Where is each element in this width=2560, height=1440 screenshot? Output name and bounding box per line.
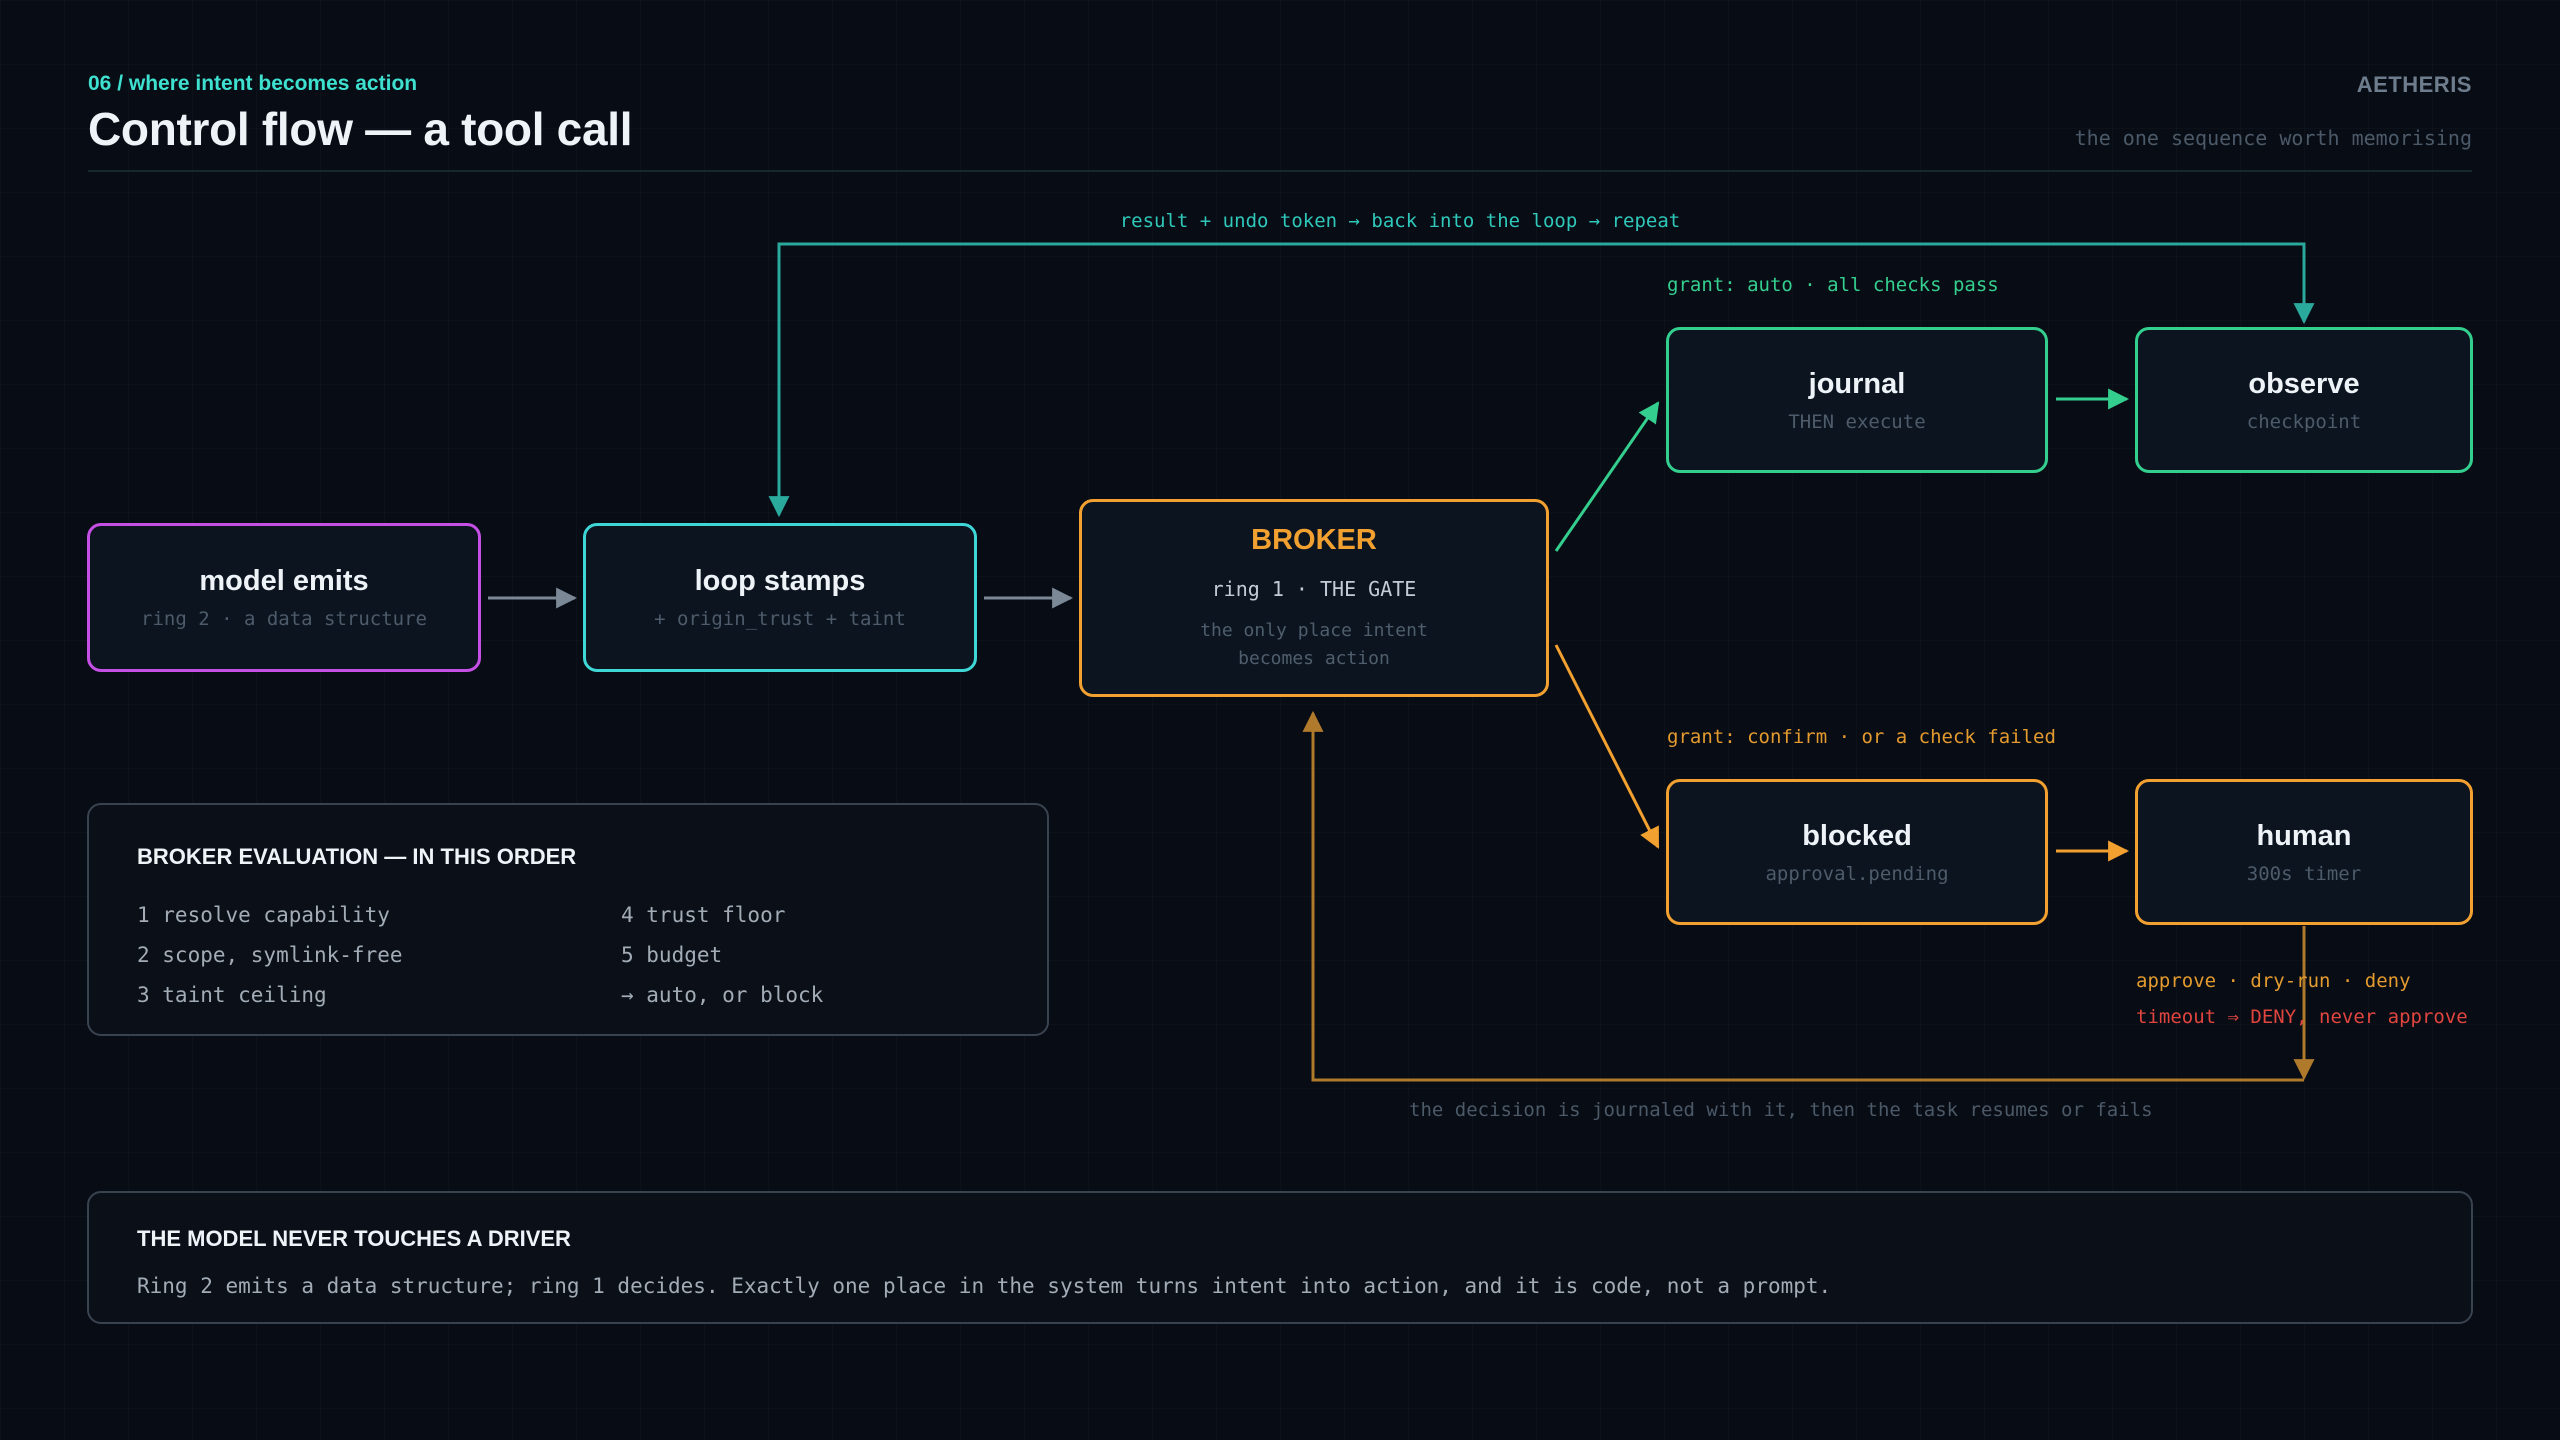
broker-ring-line: ring 1 · THE GATE xyxy=(1211,576,1417,601)
evaluation-step: → auto, or block xyxy=(621,983,824,1007)
node-observe: observe checkpoint xyxy=(2135,327,2473,473)
broker-description: the only place intent becomes action xyxy=(1200,619,1428,669)
grant-confirm-label: grant: confirm · or a check failed xyxy=(1667,726,2056,748)
node-title: blocked xyxy=(1802,819,1912,852)
node-title: loop stamps xyxy=(694,565,866,597)
evaluation-step: 1 resolve capability xyxy=(137,903,390,927)
node-loop-stamps: loop stamps + origin_trust + taint xyxy=(583,523,977,672)
callout-body: Ring 2 emits a data structure; ring 1 de… xyxy=(137,1274,1832,1298)
node-title: model emits xyxy=(199,565,369,597)
loop-back-label: result + undo token → back into the loop… xyxy=(1119,210,1681,232)
node-blocked: blocked approval.pending xyxy=(1666,779,2048,925)
node-human: human 300s timer xyxy=(2135,779,2473,925)
node-subtitle: 300s timer xyxy=(2246,862,2362,885)
edge-loop-back xyxy=(768,242,2315,518)
panel-title: BROKER EVALUATION — IN THIS ORDER xyxy=(137,844,577,869)
node-journal: journal THEN execute xyxy=(1666,327,2048,473)
edge-broker-to-journal xyxy=(1554,401,1660,552)
panel-title: THE MODEL NEVER TOUCHES A DRIVER xyxy=(137,1226,571,1251)
node-title: human xyxy=(2256,819,2352,852)
grant-auto-label: grant: auto · all checks pass xyxy=(1667,274,1999,296)
node-title: observe xyxy=(2248,367,2360,400)
node-title: journal xyxy=(1808,367,1906,400)
evaluation-step: 4 trust floor xyxy=(621,903,786,927)
edge-broker-to-blocked xyxy=(1554,644,1660,849)
broker-evaluation-panel: BROKER EVALUATION — IN THIS ORDER 1 reso… xyxy=(87,803,1049,1036)
node-subtitle: + origin_trust + taint xyxy=(654,608,906,630)
evaluation-step: 5 budget xyxy=(621,943,723,967)
timeout-label: timeout ⇒ DENY, never approve xyxy=(2136,1006,2468,1028)
node-subtitle: THEN execute xyxy=(1788,410,1926,433)
node-title: BROKER xyxy=(1251,523,1377,556)
node-broker: BROKER ring 1 · THE GATE the only place … xyxy=(1079,499,1549,697)
node-subtitle: ring 2 · a data structure xyxy=(141,608,427,630)
evaluation-steps-left: 1 resolve capability 2 scope, symlink-fr… xyxy=(137,895,403,1015)
human-options-label: approve · dry-run · deny xyxy=(2136,970,2411,992)
node-subtitle: checkpoint xyxy=(2246,410,2362,433)
node-subtitle: approval.pending xyxy=(1765,862,1949,885)
node-model-emits: model emits ring 2 · a data structure xyxy=(87,523,481,672)
evaluation-steps-right: 4 trust floor 5 budget → auto, or block xyxy=(621,895,823,1015)
callout-panel: THE MODEL NEVER TOUCHES A DRIVER Ring 2 … xyxy=(87,1191,2473,1324)
evaluation-step: 2 scope, symlink-free xyxy=(137,943,403,967)
evaluation-step: 3 taint ceiling xyxy=(137,983,327,1007)
decision-label: the decision is journaled with it, then … xyxy=(1409,1099,2153,1121)
